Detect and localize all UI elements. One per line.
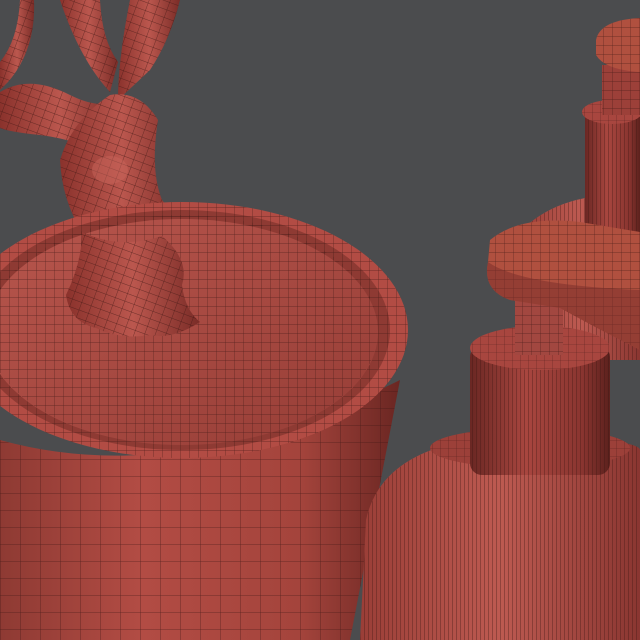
render-viewport — [0, 0, 640, 640]
pump-bottle-front — [360, 220, 640, 640]
plant-pot — [0, 202, 408, 640]
wireframe-render — [0, 0, 640, 640]
